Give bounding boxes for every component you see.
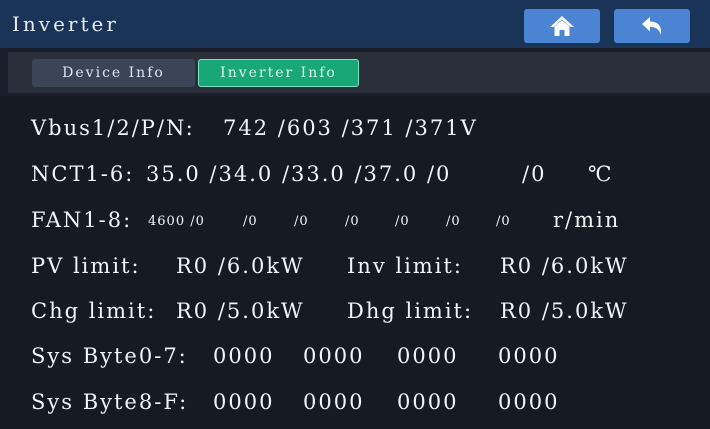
sys-byte-8-f-value-4: 0000 xyxy=(498,390,560,414)
pv-limit-label: PV limit: xyxy=(31,254,141,278)
sys-byte-8-f-value-3: 0000 xyxy=(397,390,459,414)
sys-byte-0-7-value-4: 0000 xyxy=(498,344,560,368)
fan-value-4: /0 xyxy=(345,214,360,229)
fan-unit: r/min xyxy=(553,208,621,232)
back-arrow-icon xyxy=(640,15,664,37)
sys-byte-0-7-label: Sys Byte0-7: xyxy=(31,344,188,368)
home-button[interactable] xyxy=(524,9,600,43)
vbus-values: 742 /603 /371 /371V xyxy=(223,116,478,140)
sys-byte-0-7-value-3: 0000 xyxy=(397,344,459,368)
home-icon xyxy=(549,14,575,38)
fan-value-2: /0 xyxy=(243,214,258,229)
page-title: Inverter xyxy=(12,12,119,36)
nct-values: 35.0 /34.0 /33.0 /37.0 /0 xyxy=(146,162,452,186)
fan-value-5: /0 xyxy=(395,214,410,229)
dhg-limit-label: Dhg limit: xyxy=(347,299,474,323)
chg-limit-label: Chg limit: xyxy=(31,299,157,323)
nct-label: NCT1-6: xyxy=(31,162,135,186)
dhg-limit-value: R0 /5.0kW xyxy=(500,299,629,323)
pv-limit-value: R0 /6.0kW xyxy=(176,254,305,278)
nct-unit: ℃ xyxy=(588,162,614,186)
sys-byte-8-f-label: Sys Byte8-F: xyxy=(31,390,189,414)
nct-extra-value: /0 xyxy=(522,162,547,186)
fan-value-1: 4600 /0 xyxy=(148,214,205,229)
tab-inverter-info[interactable]: Inverter Info xyxy=(198,59,359,87)
back-button[interactable] xyxy=(614,9,690,43)
tab-device-info[interactable]: Device Info xyxy=(32,59,195,87)
inverter-info-panel: Vbus1/2/P/N: 742 /603 /371 /371V NCT1-6:… xyxy=(0,96,710,429)
title-bar: Inverter xyxy=(0,0,710,48)
fan-value-3: /0 xyxy=(294,214,309,229)
sys-byte-0-7-value-1: 0000 xyxy=(213,344,275,368)
fan-value-6: /0 xyxy=(446,214,461,229)
fan-label: FAN1-8: xyxy=(31,208,133,232)
vbus-label: Vbus1/2/P/N: xyxy=(31,116,195,140)
inv-limit-label: Inv limit: xyxy=(347,254,463,278)
inv-limit-value: R0 /6.0kW xyxy=(500,254,629,278)
tab-bar: Device Info Inverter Info xyxy=(8,52,710,93)
sys-byte-0-7-value-2: 0000 xyxy=(303,344,365,368)
sys-byte-8-f-value-1: 0000 xyxy=(213,390,275,414)
chg-limit-value: R0 /5.0kW xyxy=(176,299,305,323)
sys-byte-8-f-value-2: 0000 xyxy=(303,390,365,414)
fan-value-7: /0 xyxy=(496,214,511,229)
